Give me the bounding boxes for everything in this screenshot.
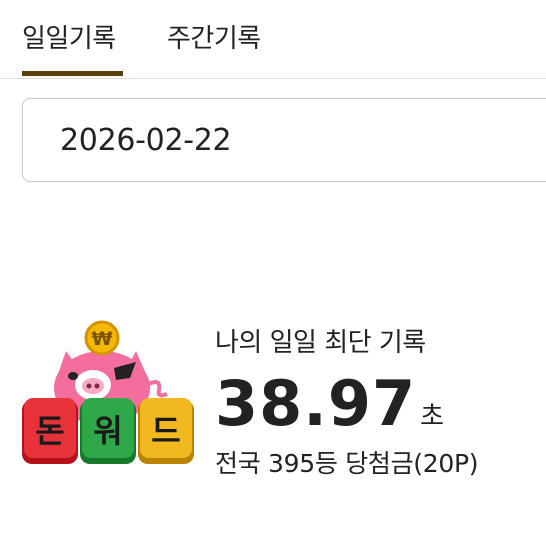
- coin-icon: ₩: [84, 320, 120, 356]
- svg-text:돈: 돈: [35, 412, 64, 450]
- record-time: 38.97 초: [215, 367, 478, 440]
- record-rank: 전국 395등 당첨금(20P): [215, 449, 479, 478]
- svg-text:워: 워: [93, 412, 122, 450]
- logo-tiles: 돈 워 드: [22, 398, 194, 464]
- record-time-unit: 초: [420, 402, 445, 432]
- tab-bar: 일일기록 주간기록: [0, 0, 546, 79]
- tab-daily-record[interactable]: 일일기록: [22, 18, 116, 55]
- svg-text:드: 드: [151, 412, 180, 450]
- donword-logo: ₩ 돈 워 드: [22, 320, 194, 464]
- record-time-value: 38.97: [215, 367, 417, 440]
- record-summary: 나의 일일 최단 기록 38.97 초 전국 395등 당첨금(20P): [215, 322, 479, 480]
- tab-weekly-record[interactable]: 주간기록: [167, 18, 261, 55]
- date-value: 2026-02-22: [60, 123, 232, 158]
- svg-text:₩: ₩: [92, 328, 113, 350]
- record-label: 나의 일일 최단 기록: [215, 328, 426, 358]
- date-field[interactable]: 2026-02-22: [22, 98, 546, 182]
- active-tab-indicator: [22, 71, 123, 76]
